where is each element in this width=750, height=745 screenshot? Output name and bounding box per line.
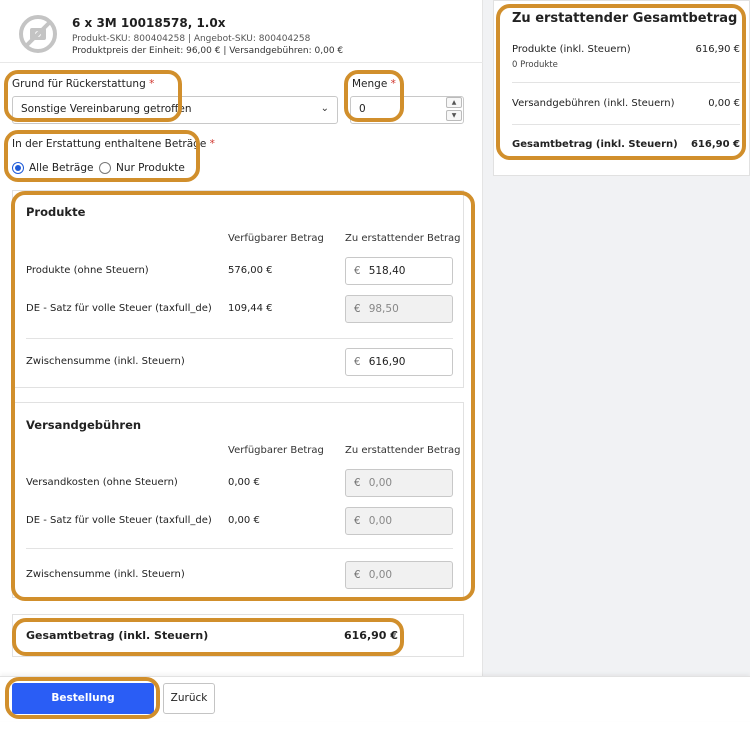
col-available: Verfügbarer Betrag [228, 233, 324, 244]
summary-products-label: Produkte (inkl. Steuern) [512, 44, 631, 55]
summary-total-label: Gesamtbetrag (inkl. Steuern) [512, 139, 678, 150]
row-available: 0,00 € [228, 477, 260, 488]
row-label: DE - Satz für volle Steuer (taxfull_de) [26, 515, 212, 526]
divider [0, 62, 483, 63]
product-price: Produktpreis der Einheit: 96,00 € | Vers… [72, 46, 344, 56]
reason-select[interactable]: Sonstige Vereinbarung getroffen ⌄ [12, 96, 338, 124]
currency-label: € [354, 515, 361, 527]
divider [512, 82, 740, 83]
refund-products-input[interactable]: €518,40 [345, 257, 453, 285]
summary-shipping-value: 0,00 € [708, 98, 740, 109]
refund-order-button[interactable]: Bestellung rückerstatten [12, 683, 154, 735]
amounts-label: In der Erstattung enthaltene Beträge * [12, 138, 215, 150]
total-label: Gesamtbetrag (inkl. Steuern) [26, 629, 209, 642]
shipping-section-title: Versandgebühren [26, 418, 142, 432]
currency-label: € [354, 569, 361, 581]
summary-products-count: 0 Produkte [512, 60, 558, 70]
total-value: 616,90 € [344, 629, 398, 642]
chevron-down-icon: ⌄ [320, 103, 329, 114]
radio-selected-icon [12, 162, 24, 174]
summary-products-value: 616,90 € [695, 44, 740, 55]
currency-label: € [354, 356, 361, 368]
back-button[interactable]: Zurück [163, 683, 215, 714]
products-section-title: Produkte [26, 205, 86, 219]
row-available: 109,44 € [228, 303, 273, 314]
radio-unselected-icon [99, 162, 111, 174]
product-title: 6 x 3M 10018578, 1.0x [72, 16, 226, 30]
reason-select-value: Sonstige Vereinbarung getroffen [21, 103, 192, 115]
quantity-value: 0 [359, 103, 366, 115]
divider [26, 548, 453, 549]
refund-value: 98,50 [368, 303, 399, 315]
currency-label: € [354, 265, 361, 277]
reason-label: Grund für Rückerstattung * [12, 78, 155, 90]
row-label: Produkte (ohne Steuern) [26, 265, 149, 276]
quantity-label: Menge * [352, 78, 396, 90]
subtotal-value: 0,00 [368, 569, 393, 581]
summary-total-value: 616,90 € [690, 139, 740, 150]
product-sku: Produkt-SKU: 800404258 | Angebot-SKU: 80… [72, 34, 311, 44]
subtotal-label: Zwischensumme (inkl. Steuern) [26, 356, 185, 367]
row-available: 0,00 € [228, 515, 260, 526]
radio-all-label: Alle Beträge [29, 162, 94, 174]
divider [26, 338, 453, 339]
summary-shipping-label: Versandgebühren (inkl. Steuern) [512, 98, 675, 109]
quantity-increment-icon[interactable]: ▲ [446, 97, 462, 108]
quantity-decrement-icon[interactable]: ▼ [446, 110, 462, 121]
row-available: 576,00 € [228, 265, 273, 276]
shipping-subtotal-input: €0,00 [345, 561, 453, 589]
refund-shipping-tax-input: €0,00 [345, 507, 453, 535]
refund-value: 518,40 [368, 265, 406, 277]
refund-tax-input: €98,50 [345, 295, 453, 323]
currency-label: € [354, 477, 361, 489]
col-available: Verfügbarer Betrag [228, 445, 324, 456]
subtotal-value: 616,90 [368, 356, 406, 368]
products-subtotal-input[interactable]: €616,90 [345, 348, 453, 376]
refund-shipping-input: €0,00 [345, 469, 453, 497]
row-label: Versandkosten (ohne Steuern) [26, 477, 178, 488]
col-refund: Zu erstattender Betrag [345, 445, 461, 456]
radio-products-label: Nur Produkte [116, 162, 185, 174]
divider [512, 124, 740, 125]
radio-all-amounts[interactable]: Alle Beträge [12, 162, 93, 174]
currency-label: € [354, 303, 361, 315]
no-image-icon [18, 14, 58, 54]
refund-value: 0,00 [368, 477, 393, 489]
col-refund: Zu erstattender Betrag [345, 233, 461, 244]
row-label: DE - Satz für volle Steuer (taxfull_de) [26, 303, 212, 314]
subtotal-label: Zwischensumme (inkl. Steuern) [26, 569, 185, 580]
summary-title: Zu erstattender Gesamtbetrag [512, 11, 738, 26]
refund-value: 0,00 [368, 515, 393, 527]
radio-products-only[interactable]: Nur Produkte [99, 162, 185, 174]
